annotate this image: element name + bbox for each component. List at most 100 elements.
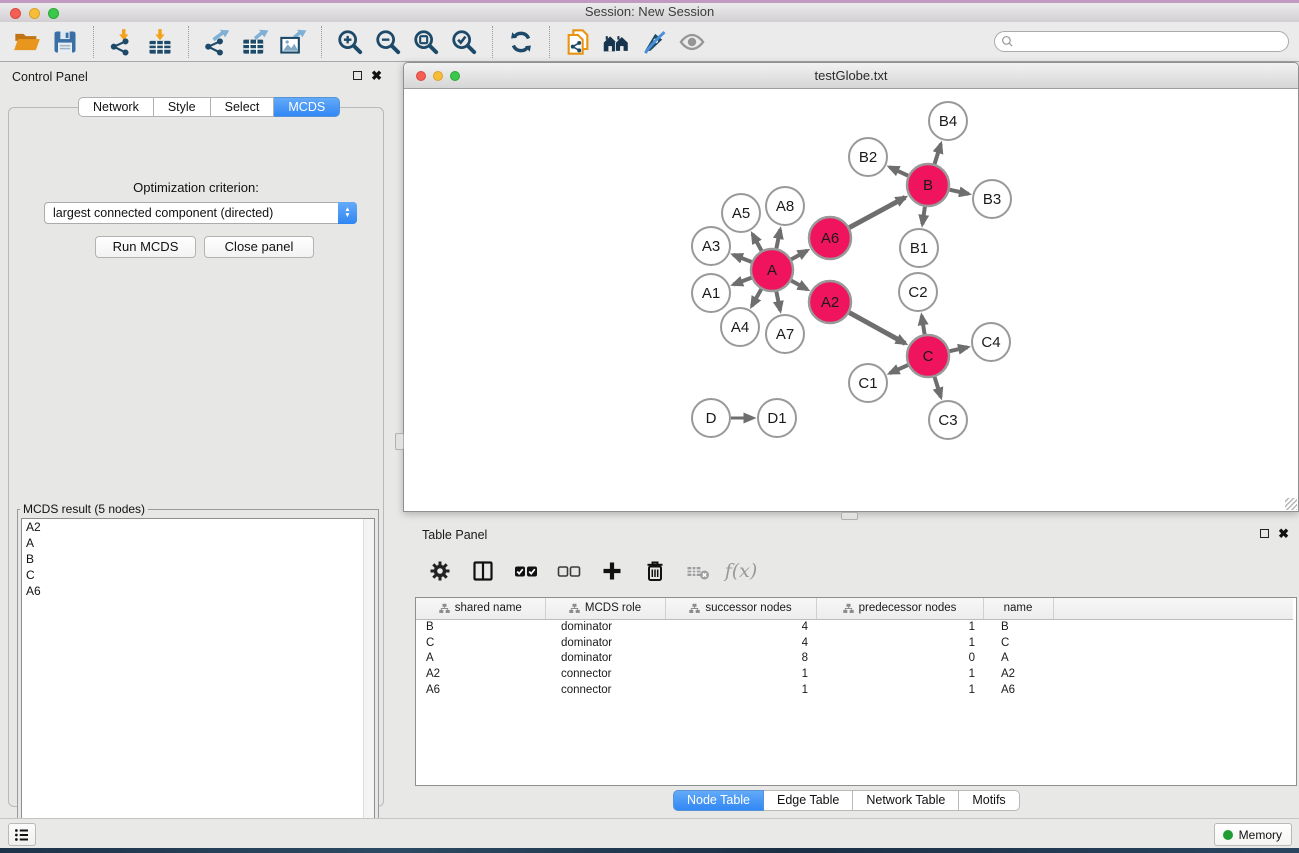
minimize-window-button[interactable] [29, 8, 40, 19]
mcds-result-item[interactable]: A6 [22, 583, 374, 599]
network-canvas[interactable]: B4B2BB3A5A8A6B1A3AC2A1A2A4A7C4CC1C3DD1 [404, 89, 1298, 511]
mcds-result-list[interactable]: A2ABCA6 [21, 518, 375, 837]
import-table-button[interactable] [141, 25, 179, 59]
tab-mcds[interactable]: MCDS [274, 97, 340, 117]
graph-edge-A-A6[interactable] [791, 251, 807, 260]
graph-edge-B-B4[interactable] [935, 144, 941, 164]
delete-table-button[interactable] [684, 557, 712, 585]
column-header-predecessor-nodes[interactable]: predecessor nodes [816, 598, 983, 619]
run-mcds-button[interactable]: Run MCDS [95, 236, 196, 258]
function-builder-button[interactable]: f(x) [727, 557, 755, 585]
deselect-all-button[interactable] [555, 557, 583, 585]
graph-edge-A-A4[interactable] [752, 289, 761, 306]
optimization-criterion-select[interactable]: largest connected component (directed) ▲… [44, 202, 357, 224]
network-window-controls[interactable] [416, 71, 460, 81]
zoom-network-button[interactable] [450, 71, 460, 81]
graph-edge-A2-C[interactable] [849, 313, 905, 344]
network-view-window: testGlobe.txt B4B2BB3A5A8A6B1A3AC2A1A2A4… [403, 62, 1299, 512]
zoom-window-button[interactable] [48, 8, 59, 19]
refresh-button[interactable] [502, 25, 540, 59]
show-hide-button[interactable] [673, 25, 711, 59]
attribute-icon [843, 603, 854, 614]
table-row[interactable]: A6connector11A6 [416, 682, 1293, 698]
export-table-button[interactable] [236, 25, 274, 59]
export-image-button[interactable] [274, 25, 312, 59]
mcds-result-item[interactable]: A [22, 535, 374, 551]
table-panel-title: Table Panel [422, 528, 487, 542]
vertical-splitter-grip[interactable] [395, 433, 404, 450]
add-column-button[interactable] [598, 557, 626, 585]
tab-edge-table[interactable]: Edge Table [764, 790, 853, 811]
window-resize-handle[interactable] [1285, 498, 1297, 510]
table-settings-button[interactable] [426, 557, 454, 585]
select-all-button[interactable] [512, 557, 540, 585]
save-session-button[interactable] [46, 25, 84, 59]
import-network-button[interactable] [103, 25, 141, 59]
graph-edge-A6-B[interactable] [849, 197, 905, 227]
mcds-result-item[interactable]: B [22, 551, 374, 567]
graph-node-label: C1 [858, 375, 877, 392]
zoom-fit-button[interactable] [407, 25, 445, 59]
table-row[interactable]: Bdominator41B [416, 619, 1293, 635]
tab-network-table[interactable]: Network Table [853, 790, 959, 811]
tab-select[interactable]: Select [211, 97, 275, 117]
cybrowser-button[interactable] [597, 25, 635, 59]
tab-motifs[interactable]: Motifs [959, 790, 1019, 811]
column-visibility-button[interactable] [469, 557, 497, 585]
float-table-panel-icon[interactable] [1260, 529, 1269, 538]
result-list-scrollbar[interactable] [363, 519, 374, 836]
graph-edge-A-A8[interactable] [776, 230, 780, 249]
graph-edge-C-C2[interactable] [922, 316, 925, 335]
close-panel-icon[interactable]: ✖ [371, 70, 382, 81]
graph-edge-A-A7[interactable] [776, 292, 780, 311]
eye-icon [678, 28, 706, 56]
table-row[interactable]: Adominator80A [416, 650, 1293, 666]
search-box[interactable] [994, 31, 1289, 52]
mcds-result-item[interactable]: A2 [22, 519, 374, 535]
column-header-successor-nodes[interactable]: successor nodes [665, 598, 816, 619]
horizontal-splitter-grip[interactable] [841, 512, 858, 520]
graph-edge-C-C1[interactable] [890, 365, 908, 373]
close-network-button[interactable] [416, 71, 426, 81]
clone-network-button[interactable] [559, 25, 597, 59]
graph-edge-A-A5[interactable] [752, 234, 761, 251]
zoom-in-button[interactable] [331, 25, 369, 59]
window-controls[interactable] [10, 8, 59, 19]
graph-edge-B-B2[interactable] [890, 167, 908, 176]
hide-graphics-details-button[interactable] [635, 25, 673, 59]
zoom-out-button[interactable] [369, 25, 407, 59]
mcds-result-item[interactable]: C [22, 567, 374, 583]
search-input[interactable] [1014, 33, 1288, 50]
close-panel-button[interactable]: Close panel [204, 236, 314, 258]
graph-node-label: B4 [939, 113, 957, 130]
task-history-button[interactable] [8, 823, 36, 846]
graph-node-label: D [706, 410, 717, 427]
column-header-name[interactable]: name [983, 598, 1053, 619]
tab-node-table[interactable]: Node Table [673, 790, 764, 811]
memory-button[interactable]: Memory [1214, 823, 1292, 846]
zoom-selected-button[interactable] [445, 25, 483, 59]
graph-edge-A-A3[interactable] [733, 255, 751, 262]
graph-edge-C-C3[interactable] [935, 377, 941, 397]
table-row[interactable]: A2connector11A2 [416, 666, 1293, 682]
network-graph[interactable]: B4B2BB3A5A8A6B1A3AC2A1A2A4A7C4CC1C3DD1 [404, 89, 1298, 511]
network-window-titlebar[interactable]: testGlobe.txt [404, 63, 1298, 89]
delete-column-button[interactable] [641, 557, 669, 585]
close-window-button[interactable] [10, 8, 21, 19]
graph-edge-A-A2[interactable] [791, 281, 807, 290]
table-row[interactable]: Cdominator41C [416, 635, 1293, 651]
minimize-network-button[interactable] [433, 71, 443, 81]
graph-edge-C-C4[interactable] [949, 347, 967, 351]
column-header-mcds-role[interactable]: MCDS role [545, 598, 665, 619]
graph-edge-A-A1[interactable] [733, 278, 751, 285]
graph-edge-B-B3[interactable] [949, 190, 968, 194]
graph-node-label: D1 [767, 410, 786, 427]
column-header-shared-name[interactable]: shared name [416, 598, 545, 619]
open-session-button[interactable] [8, 25, 46, 59]
tab-style[interactable]: Style [154, 97, 211, 117]
export-network-button[interactable] [198, 25, 236, 59]
close-table-panel-icon[interactable]: ✖ [1278, 528, 1289, 539]
float-panel-icon[interactable] [353, 71, 362, 80]
tab-network[interactable]: Network [78, 97, 154, 117]
graph-edge-B-B1[interactable] [922, 207, 924, 224]
